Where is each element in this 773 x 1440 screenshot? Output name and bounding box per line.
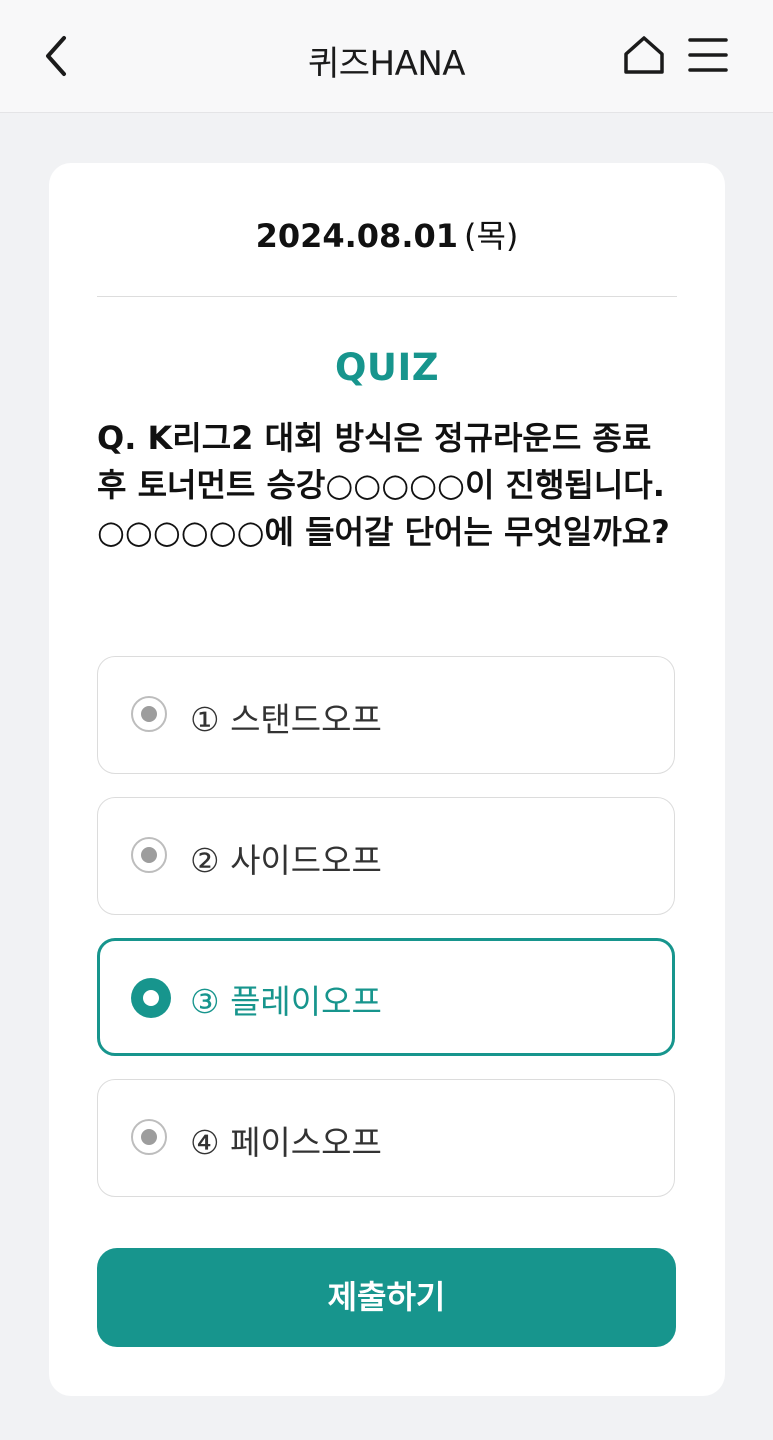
app-header: 퀴즈HANA [0,0,773,113]
divider [97,296,677,297]
radio-button-selected[interactable] [131,978,171,1018]
option-label: ② 사이드오프 [190,841,382,880]
radio-button[interactable] [131,696,167,732]
quiz-date: 2024.08.01 (목) [49,211,725,257]
hamburger-menu-icon [688,38,728,72]
answer-option-1[interactable]: ① 스탠드오프 [97,656,675,774]
option-label: ① 스탠드오프 [190,700,382,739]
home-button[interactable] [622,34,666,76]
menu-button[interactable] [688,36,728,74]
quiz-label: QUIZ [334,346,440,389]
quiz-card: 2024.08.01 (목) QUIZ Q. K리그2 대회 방식은 정규라운드 … [49,163,725,1396]
radio-button[interactable] [131,1119,167,1155]
option-label: ③ 플레이오프 [190,982,382,1021]
submit-button[interactable]: 제출하기 [97,1248,676,1347]
home-icon [624,36,664,74]
question-text: Q. K리그2 대회 방식은 정규라운드 종료 후 토너먼트 승강○○○○○이 … [97,419,670,551]
answer-option-3[interactable]: ③ 플레이오프 [97,938,675,1056]
day-of-week: (목) [464,217,519,255]
answer-option-2[interactable]: ② 사이드오프 [97,797,675,915]
answer-option-4[interactable]: ④ 페이스오프 [97,1079,675,1197]
option-label: ④ 페이스오프 [190,1123,382,1162]
radio-button[interactable] [131,837,167,873]
date-text: 2024.08.01 [255,217,458,255]
